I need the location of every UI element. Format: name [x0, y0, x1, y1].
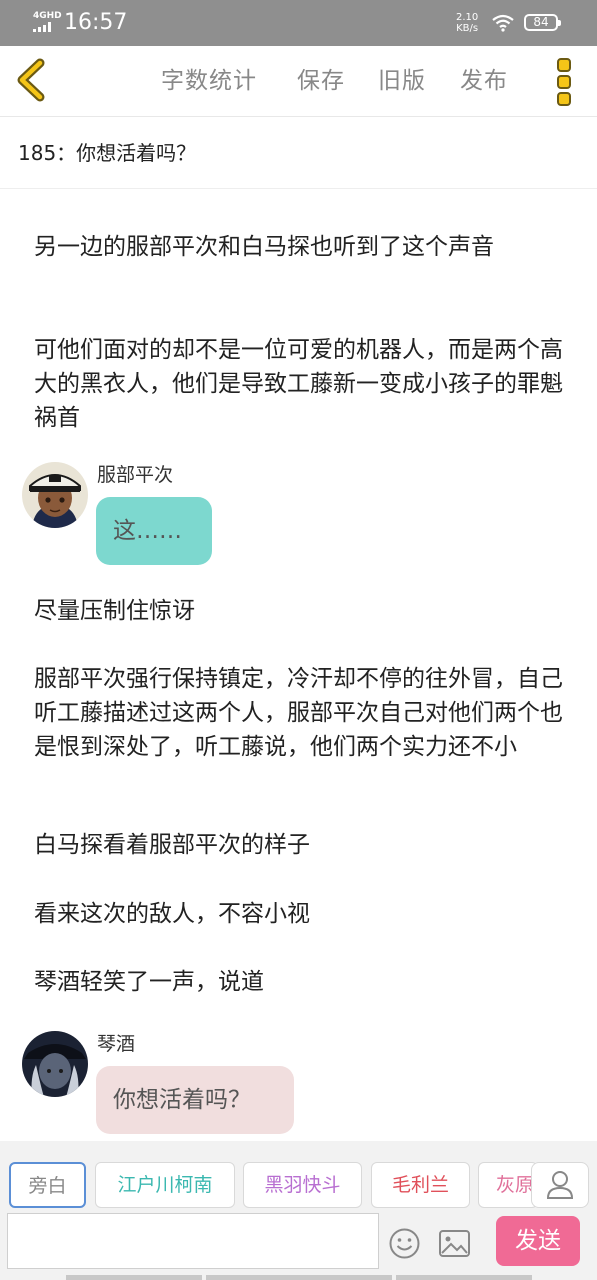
dialog-bubble[interactable]: 这……: [96, 497, 212, 565]
story-paragraph: 白马探看着服部平次的样子: [34, 832, 310, 858]
dialog-bubble[interactable]: 你想活着吗？: [96, 1066, 294, 1134]
more-menu-icon[interactable]: [552, 58, 576, 106]
battery-icon: 84: [524, 14, 561, 31]
person-icon: [546, 1171, 574, 1199]
character-chip-conan[interactable]: 江户川柯南: [95, 1162, 235, 1208]
speed-unit: KB/s: [456, 23, 479, 34]
story-paragraph: 琴酒轻笑了一声，说道: [34, 969, 264, 995]
emoji-icon[interactable]: [388, 1227, 421, 1260]
add-character-button[interactable]: [531, 1162, 589, 1208]
character-chip-haibara[interactable]: 灰原: [478, 1162, 538, 1208]
publish-button[interactable]: 发布: [460, 64, 508, 98]
compose-panel: 旁白 江户川柯南 黑羽快斗 毛利兰 灰原 发送: [0, 1141, 597, 1280]
wifi-icon: [492, 14, 514, 32]
character-chip-narration[interactable]: 旁白: [9, 1162, 86, 1208]
story-paragraph: 可他们面对的却不是一位可爱的机器人，而是两个高大的黑衣人，他们是导致工藤新一变成…: [34, 337, 563, 431]
send-button[interactable]: 发送: [496, 1216, 580, 1266]
message-input[interactable]: [7, 1213, 379, 1269]
back-arrow-icon[interactable]: [10, 57, 56, 103]
clock: 16:57: [64, 10, 128, 35]
avatar-image: [22, 462, 88, 528]
old-version-button[interactable]: 旧版: [378, 64, 426, 98]
signal-icon: [33, 22, 51, 32]
status-bar: 4GHD 16:57 2.10 KB/s 84: [0, 0, 597, 46]
speaker-name: 琴酒: [97, 1033, 136, 1055]
chapter-title[interactable]: 185：你想活着吗？: [18, 134, 196, 172]
story-paragraph: 看来这次的敌人，不容小视: [34, 901, 310, 927]
speed-value: 2.10: [456, 12, 479, 23]
chip-scroll-indicator: [66, 1275, 532, 1280]
story-paragraph: 服部平次强行保持镇定，冷汗却不停的往外冒，自己听工藤描述过这两个人，服部平次自己…: [34, 666, 563, 760]
speaker-name: 服部平次: [97, 464, 174, 486]
avatar-image: [22, 1031, 88, 1097]
character-chip-kaito[interactable]: 黑羽快斗: [243, 1162, 362, 1208]
avatar-hattori[interactable]: [22, 462, 88, 528]
character-chip-ran[interactable]: 毛利兰: [371, 1162, 470, 1208]
top-nav: 字数统计 保存 旧版 发布: [0, 46, 597, 117]
divider: [0, 188, 597, 189]
network-type: 4GHD: [33, 11, 62, 21]
avatar-gin[interactable]: [22, 1031, 88, 1097]
story-paragraph: 另一边的服部平次和白马探也听到了这个声音: [34, 234, 494, 260]
word-count-button[interactable]: 字数统计: [161, 64, 257, 98]
network-speed: 2.10 KB/s: [456, 12, 478, 34]
story-paragraph: 尽量压制住惊讶: [34, 598, 195, 624]
image-icon[interactable]: [438, 1229, 471, 1258]
save-button[interactable]: 保存: [297, 64, 345, 98]
